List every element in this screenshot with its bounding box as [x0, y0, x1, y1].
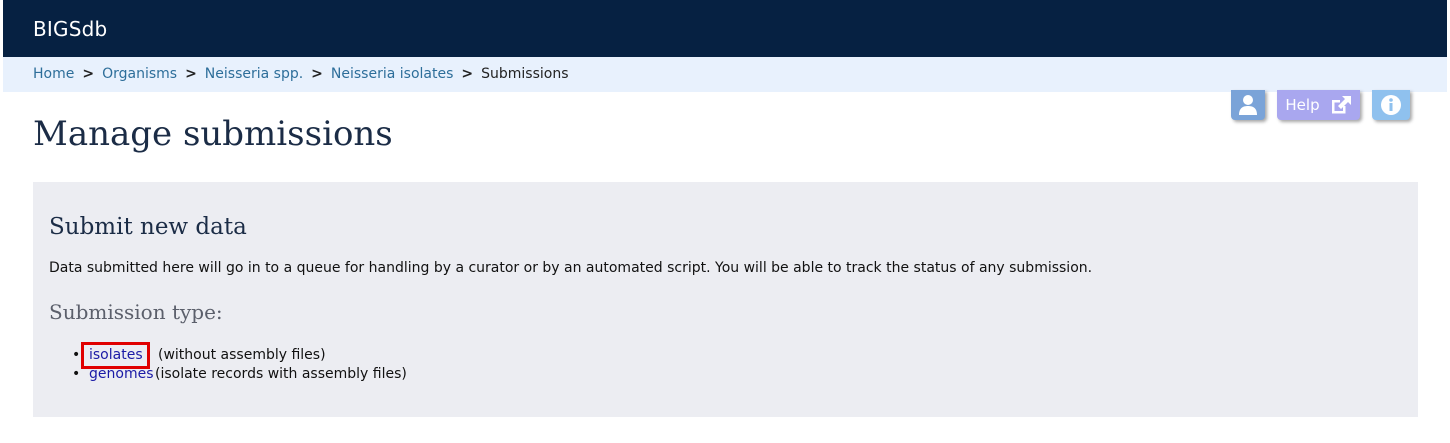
- info-button[interactable]: [1372, 90, 1410, 120]
- breadcrumb-separator: >: [82, 66, 95, 82]
- info-icon: [1381, 95, 1401, 115]
- breadcrumb-separator: >: [461, 66, 474, 82]
- submit-description: Data submitted here will go in to a queu…: [49, 260, 1093, 276]
- breadcrumb: Home > Organisms > Neisseria spp. > Neisseria …: [3, 57, 1447, 92]
- isolates-link[interactable]: isolates: [89, 346, 143, 365]
- genomes-link[interactable]: genomes: [89, 365, 153, 384]
- page: BIGSdb Home > Organisms > Neisseria spp. > Nei…: [0, 0, 1450, 443]
- submission-type-list: • isolates (without assembly files) • ge…: [49, 346, 407, 384]
- breadcrumb-separator: >: [185, 66, 197, 82]
- external-link-icon: [1331, 96, 1351, 114]
- submission-type-heading: Submission type:: [49, 300, 223, 324]
- app-title[interactable]: BIGSdb: [33, 17, 107, 41]
- breadcrumb-home[interactable]: Home: [33, 66, 74, 82]
- help-label: Help: [1285, 96, 1320, 114]
- breadcrumb-current: Submissions: [481, 66, 569, 82]
- isolates-description: (without assembly files): [158, 347, 326, 363]
- breadcrumb-organisms[interactable]: Organisms: [102, 66, 177, 82]
- breadcrumb-separator: >: [311, 66, 323, 82]
- genomes-description: (isolate records with assembly files): [155, 366, 407, 382]
- user-button[interactable]: [1231, 90, 1265, 120]
- list-item: • genomes (isolate records with assembly…: [49, 365, 407, 384]
- list-item: • isolates (without assembly files): [49, 346, 326, 365]
- help-button[interactable]: Help: [1277, 90, 1360, 120]
- user-icon: [1239, 95, 1257, 115]
- submit-panel: Submit new data Data submitted here will…: [33, 182, 1418, 417]
- submit-panel-title: Submit new data: [49, 214, 247, 240]
- breadcrumb-neisseria-spp[interactable]: Neisseria spp.: [205, 66, 303, 82]
- top-navbar: BIGSdb: [3, 0, 1447, 57]
- bullet-icon: •: [72, 347, 81, 363]
- page-title: Manage submissions: [33, 114, 393, 154]
- bullet-icon: •: [72, 366, 81, 382]
- breadcrumb-neisseria-isolates[interactable]: Neisseria isolates: [331, 66, 453, 82]
